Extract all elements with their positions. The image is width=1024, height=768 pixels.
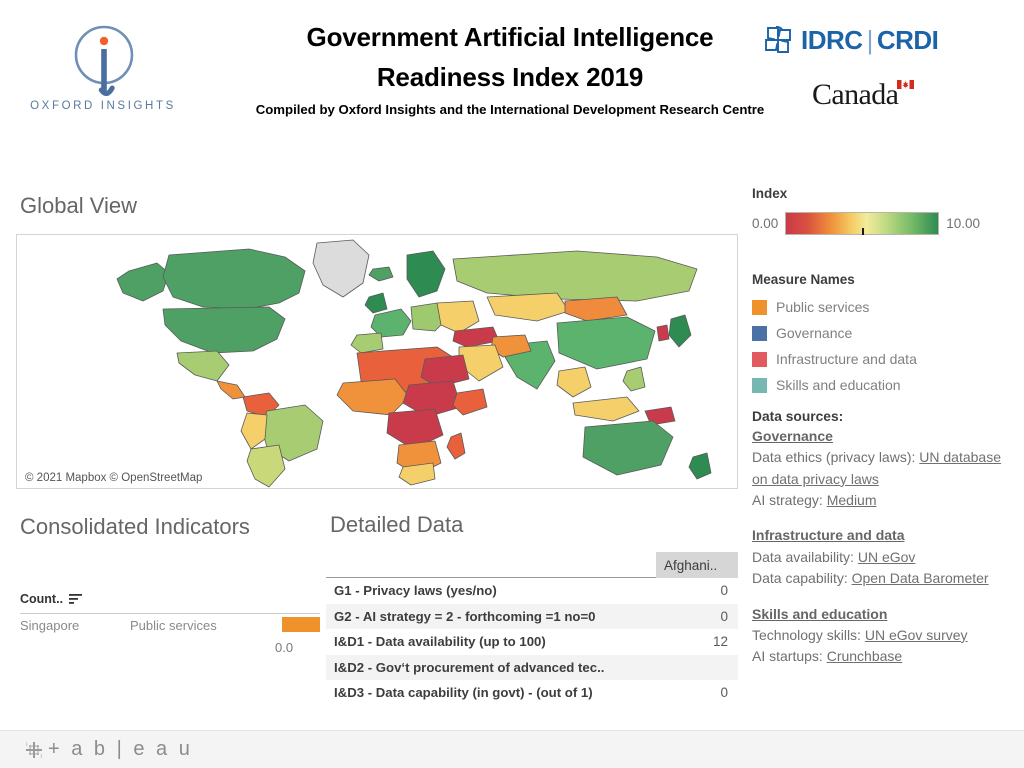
tableau-logo[interactable]: + a b | e a u: [24, 738, 193, 761]
data-source-line: Data capability: Open Data Barometer: [752, 568, 1020, 589]
detailed-row-label: I&D3 - Data capability (in govt) - (out …: [334, 685, 593, 701]
data-source-prefix: Data ethics (privacy laws):: [752, 449, 920, 466]
oxford-insights-logo: OXFORD INSIGHTS: [22, 22, 184, 122]
data-source-link[interactable]: Crunchbase: [827, 648, 903, 664]
legend-label: Infrastructure and data: [776, 351, 917, 367]
consolidated-bar: [282, 617, 320, 632]
map-attribution: © 2021 Mapbox © OpenStreetMap: [23, 472, 205, 484]
consolidated-header-row: Count..: [20, 592, 320, 614]
detailed-data-table[interactable]: Afghani.. G1 - Privacy laws (yes/no) 0 G…: [326, 552, 738, 724]
detailed-row-value: 0: [720, 583, 728, 599]
detailed-row-value: 0: [720, 685, 728, 701]
detailed-header-blank: [326, 552, 656, 578]
legend-label: Skills and education: [776, 377, 901, 393]
legend-item-public-services[interactable]: Public services: [752, 294, 917, 320]
data-source-link[interactable]: UN eGov: [858, 549, 916, 565]
swatch-icon: [752, 325, 767, 341]
data-source-link[interactable]: Open Data Barometer: [852, 570, 989, 586]
data-sources-group-name[interactable]: Governance: [752, 426, 1020, 447]
title-line-2: Readiness Index 2019: [376, 61, 644, 92]
detailed-row-value: 0: [720, 608, 728, 624]
detailed-data-title: Detailed Data: [330, 512, 464, 537]
table-row[interactable]: I&D2 - Gov‘t procurement of advanced tec…: [326, 654, 738, 680]
swatch-icon: [752, 299, 767, 315]
data-sources-group-name[interactable]: Infrastructure and data: [752, 525, 1020, 546]
data-sources-group-name[interactable]: Skills and education: [752, 604, 1020, 625]
consolidated-axis-label: 0.0: [275, 640, 294, 655]
data-source-prefix: AI startups:: [752, 648, 827, 665]
measure-names-legend: Public services Governance Infrastructur…: [752, 294, 917, 398]
table-row[interactable]: G2 - AI strategy = 2 - forthcoming =1 no…: [326, 603, 738, 629]
data-sources-group-governance: Governance Data ethics (privacy laws): U…: [752, 426, 1020, 511]
tableau-mark-icon: [26, 741, 42, 758]
data-source-line: Data availability: UN eGov: [752, 547, 1020, 568]
consolidated-column-header[interactable]: Count..: [20, 592, 63, 606]
legend-label: Governance: [776, 325, 853, 341]
oxford-insights-wordmark: OXFORD INSIGHTS: [30, 100, 176, 112]
table-row[interactable]: I&D1 - Data availability (up to 100) 12: [326, 629, 738, 655]
data-source-line: AI startups: Crunchbase: [752, 646, 1020, 667]
measure-names-title: Measure Names: [752, 272, 855, 287]
data-source-prefix: Technology skills:: [752, 626, 865, 643]
index-gradient-tick: [862, 228, 865, 235]
detailed-header-row: Afghani..: [326, 552, 738, 578]
page-title: Government Artificial Intelligence Readi…: [180, 18, 840, 117]
detailed-row-label: G2 - AI strategy = 2 - forthcoming =1 no…: [334, 608, 596, 624]
legend-item-skills-and-education[interactable]: Skills and education: [752, 372, 917, 398]
index-color-legend[interactable]: 0.00 10.00: [752, 212, 980, 235]
index-max-value: 10.00: [946, 216, 981, 231]
data-source-line: Data ethics (privacy laws): UN database …: [752, 447, 1020, 490]
data-source-prefix: Data availability:: [752, 548, 858, 565]
data-source-link[interactable]: UN eGov survey: [865, 627, 968, 643]
data-source-prefix: AI strategy:: [752, 492, 827, 509]
consolidated-row[interactable]: Singapore Public services: [20, 614, 320, 636]
oxford-insights-icon: [74, 25, 134, 96]
dashboard-root: OXFORD INSIGHTS Government Artificial In…: [0, 0, 1024, 768]
legend-item-governance[interactable]: Governance: [752, 320, 917, 346]
world-map-svg[interactable]: [17, 235, 737, 488]
consolidated-country: Singapore: [20, 617, 80, 633]
index-min-value: 0.00: [752, 216, 779, 231]
swatch-icon: [752, 377, 767, 393]
consolidated-measure: Public services: [130, 617, 217, 633]
data-sources-group-skills: Skills and education Technology skills: …: [752, 604, 1020, 668]
data-sources-heading: Data sources:: [752, 409, 844, 424]
legend-label: Public services: [776, 299, 870, 315]
swatch-icon: [752, 351, 767, 367]
consolidated-indicators-title: Consolidated Indicators: [20, 514, 250, 539]
title-line-1: Government Artificial Intelligence: [306, 22, 714, 52]
sort-descending-icon[interactable]: [69, 594, 83, 605]
page-subtitle: Compiled by Oxford Insights and the Inte…: [255, 102, 765, 118]
detailed-row-label: I&D2 - Gov‘t procurement of advanced tec…: [334, 659, 605, 675]
data-source-prefix: Data capability:: [752, 570, 852, 587]
index-legend-title: Index: [752, 186, 788, 201]
tableau-wordmark: + a b | e a u: [48, 738, 193, 760]
detailed-row-value: 12: [712, 634, 728, 650]
data-sources-block: Data sources: Governance Data ethics (pr…: [752, 409, 1020, 682]
data-source-line: Technology skills: UN eGov survey: [752, 625, 1020, 646]
data-sources-group-infrastructure: Infrastructure and data Data availabilit…: [752, 525, 1020, 589]
detailed-column-header[interactable]: Afghani..: [656, 552, 738, 578]
index-gradient-bar[interactable]: [785, 212, 940, 235]
detailed-row-label: G1 - Privacy laws (yes/no): [334, 583, 497, 599]
consolidated-indicators-panel[interactable]: Count.. Singapore Public services 0.0: [20, 592, 320, 722]
table-row[interactable]: G1 - Privacy laws (yes/no) 0: [326, 578, 738, 604]
data-source-line: AI strategy: Medium: [752, 490, 1020, 511]
data-source-link[interactable]: Medium: [827, 492, 877, 508]
legend-item-infrastructure-and-data[interactable]: Infrastructure and data: [752, 346, 917, 372]
detailed-row-label: I&D1 - Data availability (up to 100): [334, 634, 546, 650]
world-map[interactable]: © 2021 Mapbox © OpenStreetMap: [16, 234, 738, 489]
global-view-title: Global View: [20, 193, 137, 218]
table-row[interactable]: I&D3 - Data capability (in govt) - (out …: [326, 680, 738, 706]
legend-sidebar: Index 0.00 10.00 Measure Names Public se…: [752, 0, 1024, 730]
tableau-footer: + a b | e a u: [0, 730, 1024, 768]
